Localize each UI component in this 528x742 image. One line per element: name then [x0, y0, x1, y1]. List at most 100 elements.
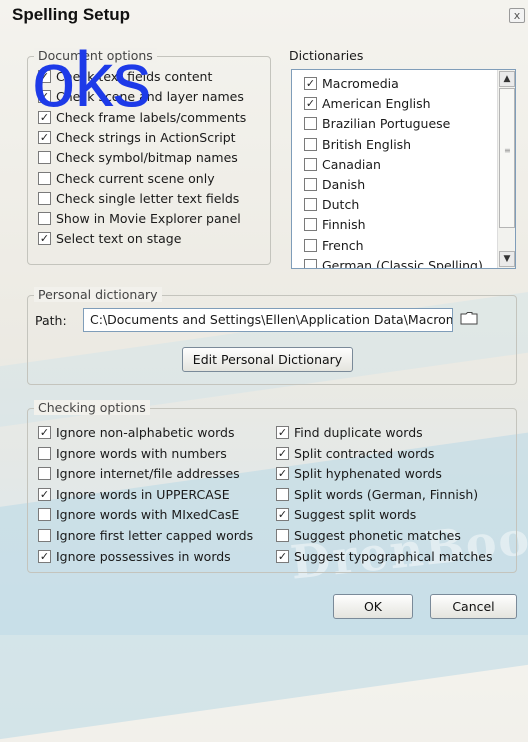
checking-option-item[interactable]: Ignore first letter capped words — [38, 528, 253, 543]
dictionary-item[interactable]: ✓ Macromedia — [304, 76, 399, 91]
checking-option-label: Ignore possessives in words — [56, 548, 231, 564]
document-options-legend: Document options — [34, 48, 157, 63]
dictionaries-scrollbar[interactable]: ▲ ≡ ▼ — [497, 70, 515, 268]
checking-option-item[interactable]: ✓ Suggest typographical matches — [276, 549, 492, 564]
checkbox[interactable] — [276, 487, 289, 501]
checkbox[interactable]: ✓ — [38, 90, 51, 104]
title-bar: Spelling Setup x — [0, 0, 528, 30]
checkbox[interactable] — [304, 157, 317, 171]
checking-option-item[interactable]: Suggest phonetic matches — [276, 528, 461, 543]
document-option-item[interactable]: Show in Movie Explorer panel — [38, 211, 241, 226]
checking-option-item[interactable]: ✓ Ignore possessives in words — [38, 549, 231, 564]
checking-option-item[interactable]: ✓ Split contracted words — [276, 446, 434, 461]
dictionaries-label: Dictionaries — [289, 48, 364, 63]
scroll-down-icon[interactable]: ▼ — [499, 251, 515, 267]
checkbox[interactable] — [38, 529, 51, 542]
checkbox[interactable]: ✓ — [276, 467, 289, 481]
checkbox[interactable]: ✓ — [38, 487, 51, 501]
checkbox[interactable]: ✓ — [304, 97, 317, 111]
checkbox[interactable] — [38, 446, 51, 460]
dictionary-item[interactable]: Danish — [304, 177, 365, 192]
checkbox[interactable] — [304, 198, 317, 212]
edit-personal-dictionary-button[interactable]: Edit Personal Dictionary — [182, 347, 353, 372]
checking-option-item[interactable]: ✓ Find duplicate words — [276, 425, 423, 440]
checkbox[interactable] — [38, 191, 51, 205]
checking-option-item[interactable]: Ignore words with numbers — [38, 446, 227, 461]
dictionary-item[interactable]: ✓ American English — [304, 96, 431, 111]
checkbox[interactable] — [304, 258, 317, 268]
dictionaries-listbox[interactable]: ✓ Macromedia ✓ American English Brazilian Po… — [291, 69, 516, 269]
document-option-label: Check single letter text fields — [56, 190, 240, 206]
document-option-label: Check scene and layer names — [56, 89, 244, 105]
dictionary-label: Canadian — [322, 156, 381, 172]
checkbox[interactable] — [276, 529, 289, 542]
checkbox[interactable]: ✓ — [38, 426, 51, 439]
folder-icon[interactable] — [460, 311, 478, 325]
checking-option-item[interactable]: Ignore internet/file addresses — [38, 466, 240, 481]
checking-option-label: Split words (German, Finnish) — [294, 486, 479, 502]
checkbox[interactable]: ✓ — [38, 130, 51, 144]
checkbox[interactable] — [304, 218, 317, 232]
path-field[interactable]: C:\Documents and Settings\Ellen\Applicat… — [83, 308, 453, 332]
checkbox[interactable]: ✓ — [276, 549, 289, 563]
checking-option-label: Find duplicate words — [294, 425, 423, 440]
ok-button[interactable]: OK — [333, 594, 413, 619]
dictionary-item[interactable]: British English — [304, 137, 411, 152]
scroll-thumb[interactable]: ≡ — [499, 88, 515, 228]
checkbox[interactable] — [304, 117, 317, 131]
dictionary-item[interactable]: French — [304, 238, 364, 253]
checking-option-item[interactable]: Ignore words with MIxedCasE — [38, 507, 239, 522]
document-option-item[interactable]: ✓ Check frame labels/comments — [38, 110, 246, 125]
dictionary-item[interactable]: Dutch — [304, 197, 359, 212]
checking-option-label: Ignore non-alphabetic words — [56, 425, 235, 440]
document-option-item[interactable]: ✓ Select text on stage — [38, 231, 181, 246]
close-button[interactable]: x — [509, 8, 525, 23]
checkbox[interactable] — [304, 238, 317, 252]
checkbox[interactable]: ✓ — [38, 70, 51, 83]
document-option-item[interactable]: Check symbol/bitmap names — [38, 150, 238, 165]
checking-option-item[interactable]: Split words (German, Finnish) — [276, 487, 478, 502]
checkbox[interactable]: ✓ — [38, 549, 51, 563]
document-option-label: Select text on stage — [56, 231, 182, 247]
dictionary-label: Brazilian Portuguese — [322, 116, 451, 132]
dictionary-label: Danish — [322, 177, 366, 192]
checkbox[interactable] — [38, 151, 51, 165]
dictionary-item[interactable]: Finnish — [304, 217, 366, 232]
checkbox[interactable] — [38, 171, 51, 185]
checkbox[interactable]: ✓ — [304, 77, 317, 90]
dictionary-item[interactable]: German (Classic Spelling) — [304, 258, 483, 268]
dictionary-label: German (Classic Spelling) — [322, 257, 483, 268]
scroll-up-icon[interactable]: ▲ — [499, 71, 515, 87]
checkbox[interactable] — [38, 467, 51, 481]
dictionary-label: Macromedia — [322, 76, 399, 91]
checkbox[interactable] — [304, 137, 317, 151]
checking-option-item[interactable]: ✓ Suggest split words — [276, 507, 416, 522]
checkbox[interactable] — [38, 508, 51, 522]
checkbox[interactable]: ✓ — [38, 110, 51, 124]
path-label: Path: — [35, 313, 67, 328]
checking-option-item[interactable]: ✓ Ignore words in UPPERCASE — [38, 487, 230, 502]
checkbox[interactable]: ✓ — [276, 446, 289, 460]
checkbox[interactable]: ✓ — [38, 232, 51, 246]
checking-option-label: Split hyphenated words — [294, 466, 442, 482]
checking-option-label: Ignore words in UPPERCASE — [56, 486, 230, 502]
checking-option-item[interactable]: ✓ Ignore non-alphabetic words — [38, 425, 234, 440]
checkbox[interactable] — [304, 178, 317, 191]
cancel-button[interactable]: Cancel — [430, 594, 517, 619]
document-option-item[interactable]: ✓ Check scene and layer names — [38, 89, 244, 104]
checkbox[interactable]: ✓ — [276, 508, 289, 522]
document-option-item[interactable]: Check single letter text fields — [38, 191, 239, 206]
checking-option-label: Ignore words with numbers — [56, 445, 227, 461]
dictionary-item[interactable]: Canadian — [304, 157, 381, 172]
document-option-label: Check symbol/bitmap names — [56, 150, 238, 166]
checking-option-label: Suggest typographical matches — [294, 548, 493, 564]
checking-option-item[interactable]: ✓ Split hyphenated words — [276, 466, 442, 481]
dictionaries-list: ✓ Macromedia ✓ American English Brazilian Po… — [292, 70, 497, 268]
document-option-label: Check text fields content — [56, 69, 213, 84]
document-option-item[interactable]: ✓ Check text fields content — [38, 69, 212, 84]
document-option-item[interactable]: ✓ Check strings in ActionScript — [38, 130, 236, 145]
checkbox[interactable]: ✓ — [276, 426, 289, 439]
document-option-item[interactable]: Check current scene only — [38, 171, 215, 186]
dictionary-item[interactable]: Brazilian Portuguese — [304, 116, 450, 131]
checkbox[interactable] — [38, 212, 51, 226]
